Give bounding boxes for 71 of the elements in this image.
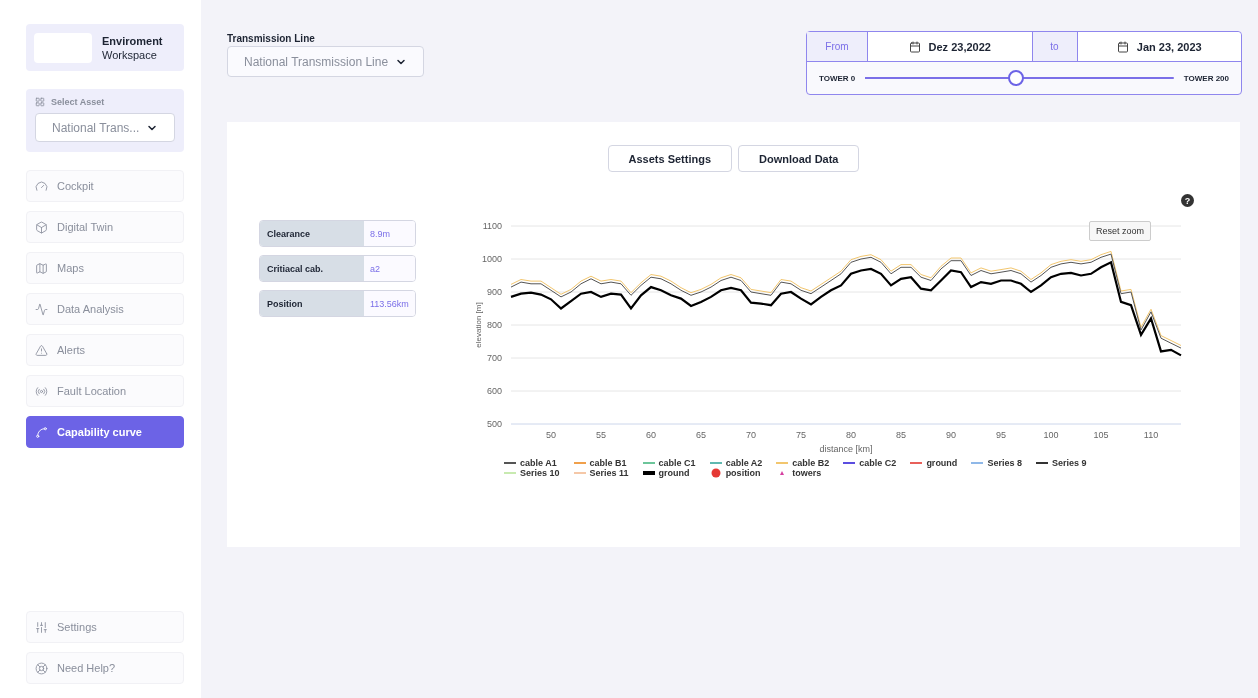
from-label: From xyxy=(807,32,868,61)
help-icon xyxy=(35,661,48,675)
y-tick-label: 700 xyxy=(486,353,502,363)
from-date-field[interactable]: Dez 23,2022 xyxy=(868,32,1033,61)
x-tick-label: 75 xyxy=(796,430,806,440)
metric-label: Critiacal cab. xyxy=(260,256,364,281)
asset-label: Select Asset xyxy=(51,97,105,107)
y-tick-label: 600 xyxy=(486,386,502,396)
help-icon[interactable]: ? xyxy=(1181,194,1194,207)
workspace-card[interactable]: Enviroment Workspace xyxy=(26,24,184,71)
y-tick-label: 900 xyxy=(486,287,502,297)
legend-label[interactable]: Series 11 xyxy=(589,468,629,478)
x-axis-title: distance [km] xyxy=(819,444,873,454)
nav-item[interactable]: Capability curve xyxy=(26,416,184,448)
grid-icon xyxy=(35,97,45,107)
x-tick-label: 70 xyxy=(746,430,756,440)
slider-thumb[interactable] xyxy=(1008,70,1025,86)
x-tick-label: 100 xyxy=(1043,430,1059,440)
calendar-icon xyxy=(908,40,921,53)
metric-value: 113.56km xyxy=(364,291,415,316)
y-axis-title: elevation [m] xyxy=(474,302,483,348)
action-button[interactable]: Download Data xyxy=(738,145,860,172)
y-tick-label: 800 xyxy=(486,320,502,330)
x-tick-label: 65 xyxy=(696,430,706,440)
workspace-title: Enviroment xyxy=(102,34,163,47)
metric-label: Position xyxy=(260,291,364,316)
y-tick-label: 1100 xyxy=(482,221,502,231)
legend-label[interactable]: cable B1 xyxy=(589,458,627,468)
x-tick-label: 60 xyxy=(646,430,656,440)
gauge-icon xyxy=(35,179,48,193)
metric-value: 8.9m xyxy=(364,221,415,246)
x-tick-label: 55 xyxy=(596,430,606,440)
reset-zoom-button[interactable]: Reset zoom xyxy=(1089,221,1152,241)
legend-label[interactable]: ground xyxy=(658,468,690,478)
x-tick-label: 80 xyxy=(846,430,856,440)
legend-label[interactable]: Series 10 xyxy=(520,468,560,478)
legend-label[interactable]: ground xyxy=(926,458,958,468)
action-button[interactable]: Assets Settings xyxy=(607,145,733,172)
legend-label[interactable]: cable B2 xyxy=(792,458,830,468)
legend-label[interactable]: Series 9 xyxy=(1051,458,1087,468)
legend-label[interactable]: cable A2 xyxy=(725,458,763,468)
workspace-subtitle: Workspace xyxy=(102,48,158,61)
transmission-line-label: Transmission Line xyxy=(227,33,316,44)
legend-label[interactable]: position xyxy=(725,468,761,478)
pulse-icon xyxy=(35,302,48,316)
legend-label[interactable]: cable C1 xyxy=(658,458,696,468)
x-tick-label: 85 xyxy=(896,430,906,440)
x-tick-label: 90 xyxy=(946,430,956,440)
y-tick-label: 500 xyxy=(486,419,502,429)
legend-label[interactable]: cable C2 xyxy=(859,458,897,468)
to-date-field[interactable]: Jan 23, 2023 xyxy=(1077,32,1241,61)
x-tick-label: 95 xyxy=(996,430,1006,440)
x-tick-label: 50 xyxy=(546,430,556,440)
y-tick-label: 1000 xyxy=(481,254,502,264)
map-icon xyxy=(35,261,48,275)
legend-label[interactable]: Series 8 xyxy=(987,458,1022,468)
sliders-icon xyxy=(35,620,48,634)
legend-label[interactable]: towers xyxy=(792,468,822,478)
to-label: to xyxy=(1032,32,1078,61)
x-tick-label: 105 xyxy=(1093,430,1109,440)
curve-icon xyxy=(35,425,48,439)
range-end-label: TOWER 200 xyxy=(1183,73,1229,83)
calendar-icon xyxy=(1116,40,1129,53)
metric-value: a2 xyxy=(364,256,415,281)
warning-icon xyxy=(35,343,48,357)
signal-icon xyxy=(35,384,48,398)
metric-label: Clearance xyxy=(260,221,364,246)
range-start-label: TOWER 0 xyxy=(819,73,856,83)
legend-label[interactable]: cable A1 xyxy=(520,458,557,468)
cube-icon xyxy=(35,220,48,234)
x-tick-label: 110 xyxy=(1143,430,1159,440)
